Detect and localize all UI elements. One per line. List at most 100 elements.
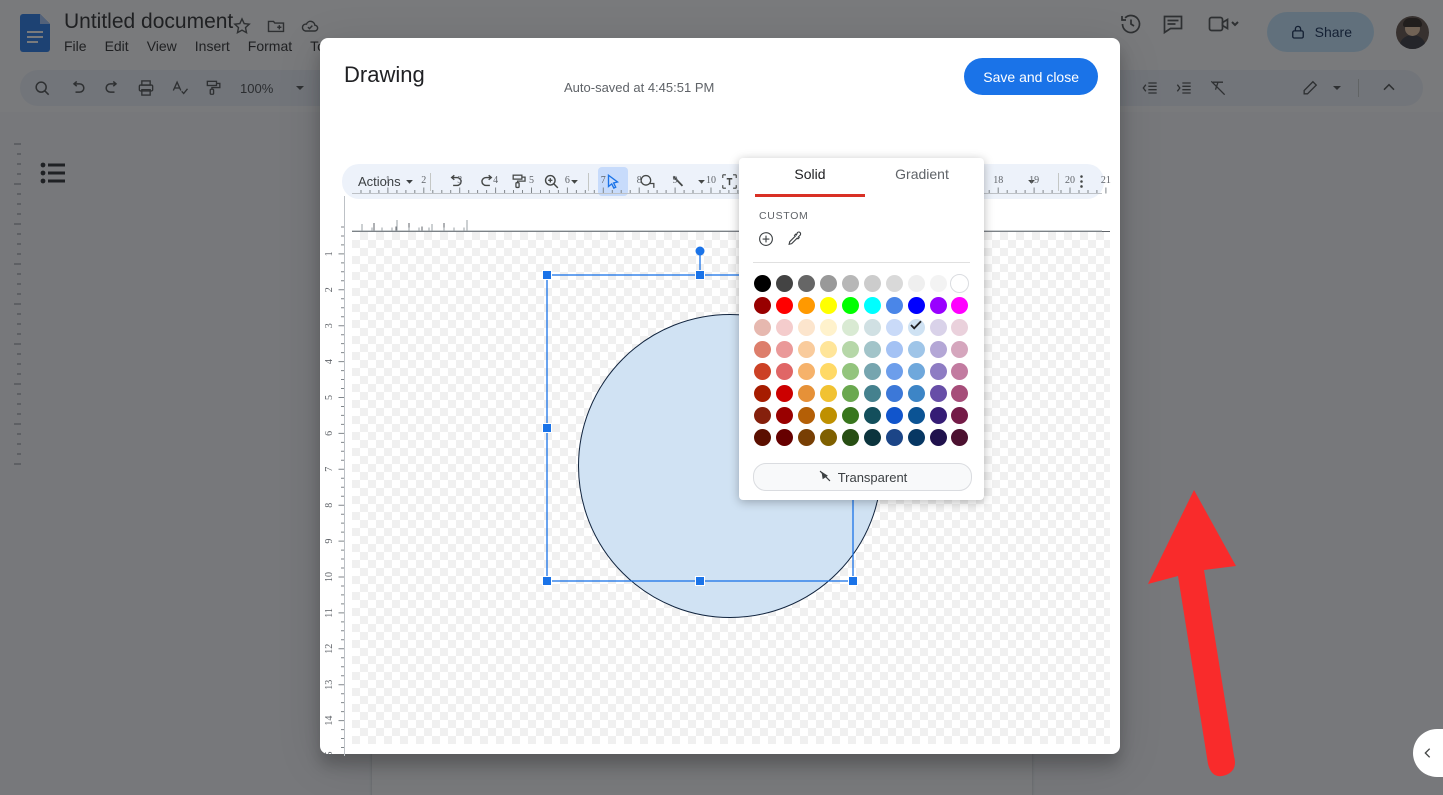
- color-swatch[interactable]: [949, 294, 971, 316]
- color-swatch[interactable]: [927, 272, 949, 294]
- redo-icon[interactable]: [473, 167, 501, 196]
- color-swatch[interactable]: [861, 404, 883, 426]
- color-swatch[interactable]: [883, 382, 905, 404]
- color-swatch[interactable]: [905, 426, 927, 448]
- drawing-canvas[interactable]: [352, 232, 1110, 744]
- color-swatch[interactable]: [861, 382, 883, 404]
- color-swatch[interactable]: [774, 382, 796, 404]
- color-swatch[interactable]: [796, 360, 818, 382]
- add-custom-color-icon[interactable]: [757, 230, 775, 253]
- color-swatch[interactable]: [927, 382, 949, 404]
- color-swatch[interactable]: [861, 426, 883, 448]
- color-swatch[interactable]: [774, 404, 796, 426]
- color-swatch[interactable]: [949, 272, 971, 294]
- color-swatch[interactable]: [861, 272, 883, 294]
- color-swatch[interactable]: [774, 426, 796, 448]
- color-swatch[interactable]: [774, 316, 796, 338]
- color-swatch[interactable]: [752, 316, 774, 338]
- line-tool-icon[interactable]: [664, 167, 692, 196]
- color-swatch[interactable]: [949, 426, 971, 448]
- color-swatch[interactable]: [905, 316, 927, 338]
- color-swatch[interactable]: [840, 360, 862, 382]
- color-swatch[interactable]: [905, 338, 927, 360]
- more-options-icon[interactable]: [1068, 167, 1094, 196]
- color-swatch[interactable]: [796, 426, 818, 448]
- color-swatch[interactable]: [796, 294, 818, 316]
- color-swatch[interactable]: [905, 272, 927, 294]
- color-swatch[interactable]: [752, 272, 774, 294]
- save-and-close-button[interactable]: Save and close: [964, 58, 1098, 95]
- color-swatch[interactable]: [818, 404, 840, 426]
- font-chevron-down-icon[interactable]: [1022, 167, 1040, 196]
- color-swatch[interactable]: [774, 360, 796, 382]
- tab-solid[interactable]: Solid: [755, 166, 865, 182]
- color-swatch[interactable]: [927, 316, 949, 338]
- color-swatch[interactable]: [905, 360, 927, 382]
- color-swatch[interactable]: [927, 338, 949, 360]
- color-swatch[interactable]: [752, 360, 774, 382]
- color-swatch[interactable]: [796, 272, 818, 294]
- color-swatch[interactable]: [796, 338, 818, 360]
- color-swatch[interactable]: [883, 272, 905, 294]
- zoom-icon[interactable]: [537, 167, 565, 196]
- color-swatch[interactable]: [861, 338, 883, 360]
- color-swatch[interactable]: [752, 426, 774, 448]
- color-swatch[interactable]: [840, 272, 862, 294]
- color-swatch[interactable]: [883, 316, 905, 338]
- color-swatch[interactable]: [752, 382, 774, 404]
- color-swatch[interactable]: [818, 338, 840, 360]
- color-swatch[interactable]: [883, 404, 905, 426]
- color-swatch[interactable]: [840, 426, 862, 448]
- color-swatch[interactable]: [949, 404, 971, 426]
- color-swatch[interactable]: [883, 338, 905, 360]
- color-swatch[interactable]: [818, 272, 840, 294]
- color-swatch[interactable]: [949, 382, 971, 404]
- color-swatch[interactable]: [818, 426, 840, 448]
- color-swatch[interactable]: [796, 316, 818, 338]
- shape-tool-icon[interactable]: [632, 167, 662, 196]
- color-swatch[interactable]: [927, 404, 949, 426]
- color-swatch[interactable]: [796, 382, 818, 404]
- transparent-button[interactable]: Transparent: [753, 463, 972, 491]
- color-swatch[interactable]: [927, 360, 949, 382]
- color-swatch[interactable]: [905, 294, 927, 316]
- color-swatch[interactable]: [949, 338, 971, 360]
- color-swatch[interactable]: [796, 404, 818, 426]
- zoom-chevron-down-icon[interactable]: [565, 167, 583, 196]
- color-swatch[interactable]: [840, 316, 862, 338]
- color-swatch[interactable]: [818, 382, 840, 404]
- color-swatch[interactable]: [949, 360, 971, 382]
- color-swatch[interactable]: [774, 338, 796, 360]
- color-swatch-dot: [820, 407, 837, 424]
- color-swatch[interactable]: [840, 382, 862, 404]
- color-swatch[interactable]: [927, 426, 949, 448]
- color-swatch[interactable]: [905, 382, 927, 404]
- undo-icon[interactable]: [441, 167, 469, 196]
- line-chevron-down-icon[interactable]: [692, 167, 710, 196]
- color-swatch[interactable]: [883, 360, 905, 382]
- color-swatch[interactable]: [927, 294, 949, 316]
- paint-format-icon[interactable]: [505, 167, 533, 196]
- color-swatch[interactable]: [905, 404, 927, 426]
- actions-menu-button[interactable]: Actions: [352, 164, 420, 199]
- color-swatch[interactable]: [752, 294, 774, 316]
- color-swatch[interactable]: [883, 294, 905, 316]
- color-swatch[interactable]: [752, 338, 774, 360]
- color-swatch[interactable]: [861, 294, 883, 316]
- tab-gradient[interactable]: Gradient: [867, 166, 977, 182]
- eyedropper-icon[interactable]: [785, 230, 803, 253]
- color-swatch[interactable]: [752, 404, 774, 426]
- color-swatch[interactable]: [840, 294, 862, 316]
- select-tool-icon[interactable]: [598, 167, 628, 196]
- color-swatch[interactable]: [840, 404, 862, 426]
- color-swatch[interactable]: [861, 316, 883, 338]
- color-swatch[interactable]: [818, 294, 840, 316]
- color-swatch[interactable]: [949, 316, 971, 338]
- color-swatch[interactable]: [818, 316, 840, 338]
- color-swatch[interactable]: [883, 426, 905, 448]
- color-swatch[interactable]: [861, 360, 883, 382]
- color-swatch[interactable]: [840, 338, 862, 360]
- color-swatch[interactable]: [774, 272, 796, 294]
- color-swatch[interactable]: [774, 294, 796, 316]
- color-swatch[interactable]: [818, 360, 840, 382]
